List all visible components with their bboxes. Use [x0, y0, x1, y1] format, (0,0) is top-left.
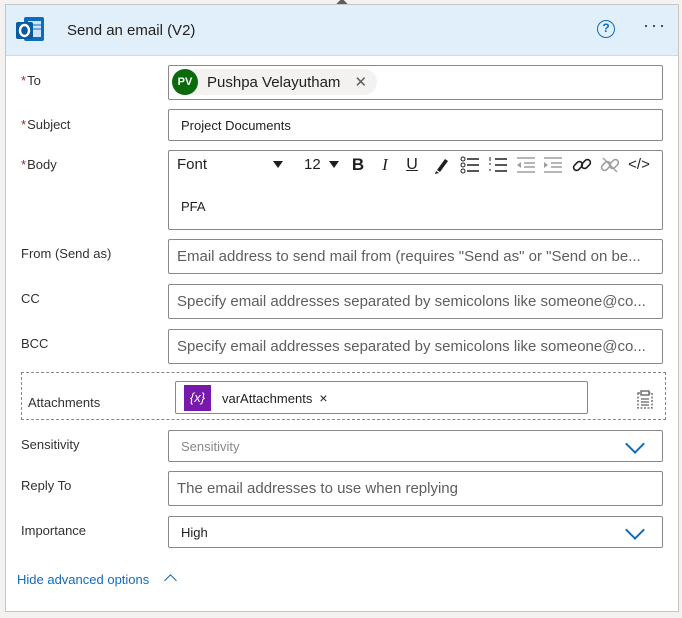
- from-input[interactable]: Email address to send mail from (require…: [168, 239, 663, 274]
- font-family-select[interactable]: Font: [177, 155, 207, 175]
- numbered-list-icon[interactable]: [488, 155, 508, 175]
- remove-variable-icon[interactable]: ×: [319, 390, 327, 406]
- action-title: Send an email (V2): [67, 22, 196, 39]
- cc-label: CC: [21, 291, 40, 306]
- bcc-input[interactable]: Specify email addresses separated by sem…: [168, 329, 663, 364]
- sensitivity-label: Sensitivity: [21, 437, 80, 452]
- sensitivity-dropdown[interactable]: Sensitivity: [168, 430, 663, 462]
- importance-value: High: [181, 525, 208, 540]
- remove-recipient-icon[interactable]: ✕: [354, 73, 367, 91]
- unlink-icon[interactable]: [600, 155, 620, 175]
- importance-label: Importance: [21, 523, 87, 538]
- bcc-label: BCC: [21, 336, 49, 351]
- subject-label: *Subject: [21, 117, 71, 132]
- link-icon[interactable]: [572, 155, 592, 175]
- underline-button[interactable]: U: [403, 155, 421, 175]
- reply-to-input[interactable]: The email addresses to use when replying: [168, 471, 663, 506]
- bold-button[interactable]: B: [349, 155, 367, 175]
- attachments-label: Attachments: [28, 395, 101, 410]
- variable-chip[interactable]: {x} varAttachments ×: [184, 385, 328, 411]
- from-placeholder: Email address to send mail from (require…: [177, 248, 641, 265]
- card-header[interactable]: Send an email (V2) ? ···: [6, 5, 678, 56]
- recipient-chip[interactable]: PV Pushpa Velayutham ✕: [172, 69, 378, 95]
- code-view-button[interactable]: </>: [626, 155, 652, 175]
- body-editor[interactable]: Font 12 B I U </> PFA: [168, 150, 663, 230]
- more-options-icon[interactable]: ···: [642, 16, 668, 39]
- decrease-indent-icon[interactable]: [516, 155, 536, 175]
- bullet-list-icon[interactable]: [460, 155, 480, 175]
- chevron-down-icon[interactable]: [625, 520, 645, 540]
- action-card: Send an email (V2) ? ··· *To PV Pushpa V…: [5, 4, 679, 612]
- help-icon[interactable]: ?: [597, 20, 615, 38]
- increase-indent-icon[interactable]: [543, 155, 563, 175]
- avatar: PV: [172, 69, 198, 95]
- subject-input[interactable]: Project Documents: [168, 109, 663, 141]
- bcc-placeholder: Specify email addresses separated by sem…: [177, 338, 646, 355]
- variable-icon: {x}: [184, 385, 211, 411]
- reply-to-placeholder: The email addresses to use when replying: [177, 480, 458, 497]
- cc-input[interactable]: Specify email addresses separated by sem…: [168, 284, 663, 319]
- hide-advanced-options-link[interactable]: Hide advanced options: [17, 572, 149, 587]
- body-label: *Body: [21, 157, 57, 172]
- body-value: PFA: [181, 199, 206, 214]
- outlook-icon: [16, 17, 44, 41]
- sensitivity-placeholder: Sensitivity: [181, 439, 240, 454]
- importance-dropdown[interactable]: High: [168, 516, 663, 548]
- attachments-input[interactable]: {x} varAttachments ×: [175, 381, 588, 414]
- rich-text-toolbar: Font 12 B I U </>: [169, 151, 662, 179]
- chevron-up-icon[interactable]: [164, 574, 177, 587]
- attachments-section: Attachments {x} varAttachments ×: [21, 372, 666, 420]
- cc-placeholder: Specify email addresses separated by sem…: [177, 293, 646, 310]
- font-size-dropdown-icon[interactable]: [329, 161, 339, 169]
- highlight-pen-icon[interactable]: [433, 155, 451, 175]
- variable-name: varAttachments: [222, 390, 313, 406]
- switch-to-array-icon[interactable]: [635, 390, 655, 410]
- italic-button[interactable]: I: [376, 155, 394, 175]
- to-label: *To: [21, 73, 41, 88]
- recipient-name: Pushpa Velayutham: [207, 73, 341, 91]
- subject-value: Project Documents: [181, 118, 291, 133]
- font-family-dropdown-icon[interactable]: [273, 161, 283, 169]
- reply-to-label: Reply To: [21, 478, 72, 493]
- to-field[interactable]: PV Pushpa Velayutham ✕: [168, 65, 663, 100]
- font-size-select[interactable]: 12: [304, 155, 321, 175]
- from-label: From (Send as): [21, 246, 112, 261]
